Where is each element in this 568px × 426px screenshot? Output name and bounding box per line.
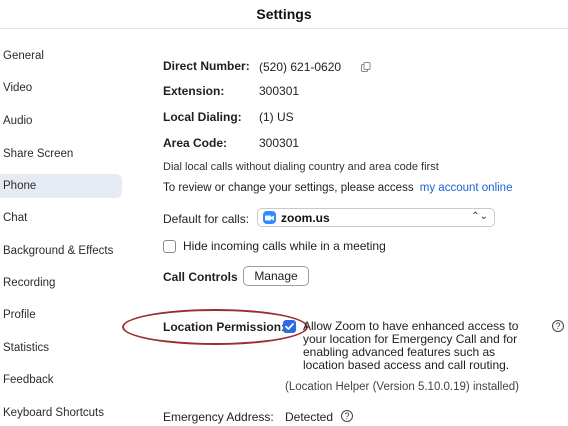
phone-settings-panel: Direct Number: (520) 621-0620 Extension:… bbox=[122, 0, 568, 426]
location-permission-text: Allow Zoom to have enhanced access to yo… bbox=[303, 319, 519, 372]
direct-number-label: Direct Number: bbox=[163, 59, 250, 73]
sidebar-item-share-screen[interactable]: Share Screen bbox=[0, 142, 122, 166]
sidebar-item-video[interactable]: Video bbox=[0, 76, 122, 100]
default-calls-value: zoom.us bbox=[281, 210, 330, 225]
default-calls-select[interactable]: zoom.us ⌃⌄ bbox=[257, 208, 495, 227]
default-calls-label: Default for calls: bbox=[163, 212, 250, 226]
sidebar-item-general[interactable]: General bbox=[0, 44, 122, 68]
local-dialing-value: (1) US bbox=[259, 110, 294, 124]
help-icon[interactable]: ? bbox=[552, 320, 564, 332]
sidebar-item-profile[interactable]: Profile bbox=[0, 303, 122, 327]
location-permission-label: Location Permission: bbox=[163, 320, 286, 334]
sidebar-item-background-effects[interactable]: Background & Effects bbox=[0, 239, 122, 263]
call-controls-label: Call Controls bbox=[163, 270, 238, 284]
sidebar-item-audio[interactable]: Audio bbox=[0, 109, 122, 133]
direct-number-value: (520) 621-0620 bbox=[259, 60, 342, 74]
hide-incoming-label: Hide incoming calls while in a meeting bbox=[183, 239, 386, 253]
account-online-link[interactable]: my account online bbox=[420, 182, 513, 194]
review-settings-text: To review or change your settings, pleas… bbox=[163, 182, 512, 194]
area-code-value: 300301 bbox=[259, 136, 300, 150]
sidebar-item-statistics[interactable]: Statistics bbox=[0, 336, 122, 360]
review-text: To review or change your settings, pleas… bbox=[163, 182, 414, 194]
extension-value: 300301 bbox=[259, 84, 300, 98]
local-dialing-label: Local Dialing: bbox=[163, 110, 242, 124]
checkmark-icon bbox=[285, 323, 294, 330]
extension-label: Extension: bbox=[163, 84, 225, 98]
zoom-app-icon bbox=[263, 211, 276, 224]
sidebar-item-feedback[interactable]: Feedback bbox=[0, 368, 122, 392]
location-helper-text: (Location Helper (Version 5.10.0.19) ins… bbox=[285, 381, 519, 393]
emergency-address-label: Emergency Address: bbox=[163, 410, 274, 424]
dial-note: Dial local calls without dialing country… bbox=[163, 161, 439, 173]
chevron-updown-icon: ⌃⌄ bbox=[471, 211, 488, 222]
emergency-help-icon[interactable]: ? bbox=[341, 410, 353, 422]
emergency-address-value: Detected bbox=[285, 410, 334, 424]
manage-button[interactable]: Manage bbox=[243, 266, 309, 286]
sidebar-item-recording[interactable]: Recording bbox=[0, 271, 122, 295]
sidebar-item-chat[interactable]: Chat bbox=[0, 206, 122, 230]
area-code-label: Area Code: bbox=[163, 136, 228, 150]
sidebar-item-keyboard-shortcuts[interactable]: Keyboard Shortcuts bbox=[0, 401, 122, 425]
sidebar-item-phone[interactable]: Phone bbox=[0, 174, 122, 198]
hide-incoming-checkbox[interactable] bbox=[163, 240, 176, 253]
sidebar: General Video Audio Share Screen Phone C… bbox=[0, 29, 130, 426]
location-permission-checkbox[interactable] bbox=[283, 320, 296, 333]
copy-icon[interactable] bbox=[361, 62, 371, 72]
